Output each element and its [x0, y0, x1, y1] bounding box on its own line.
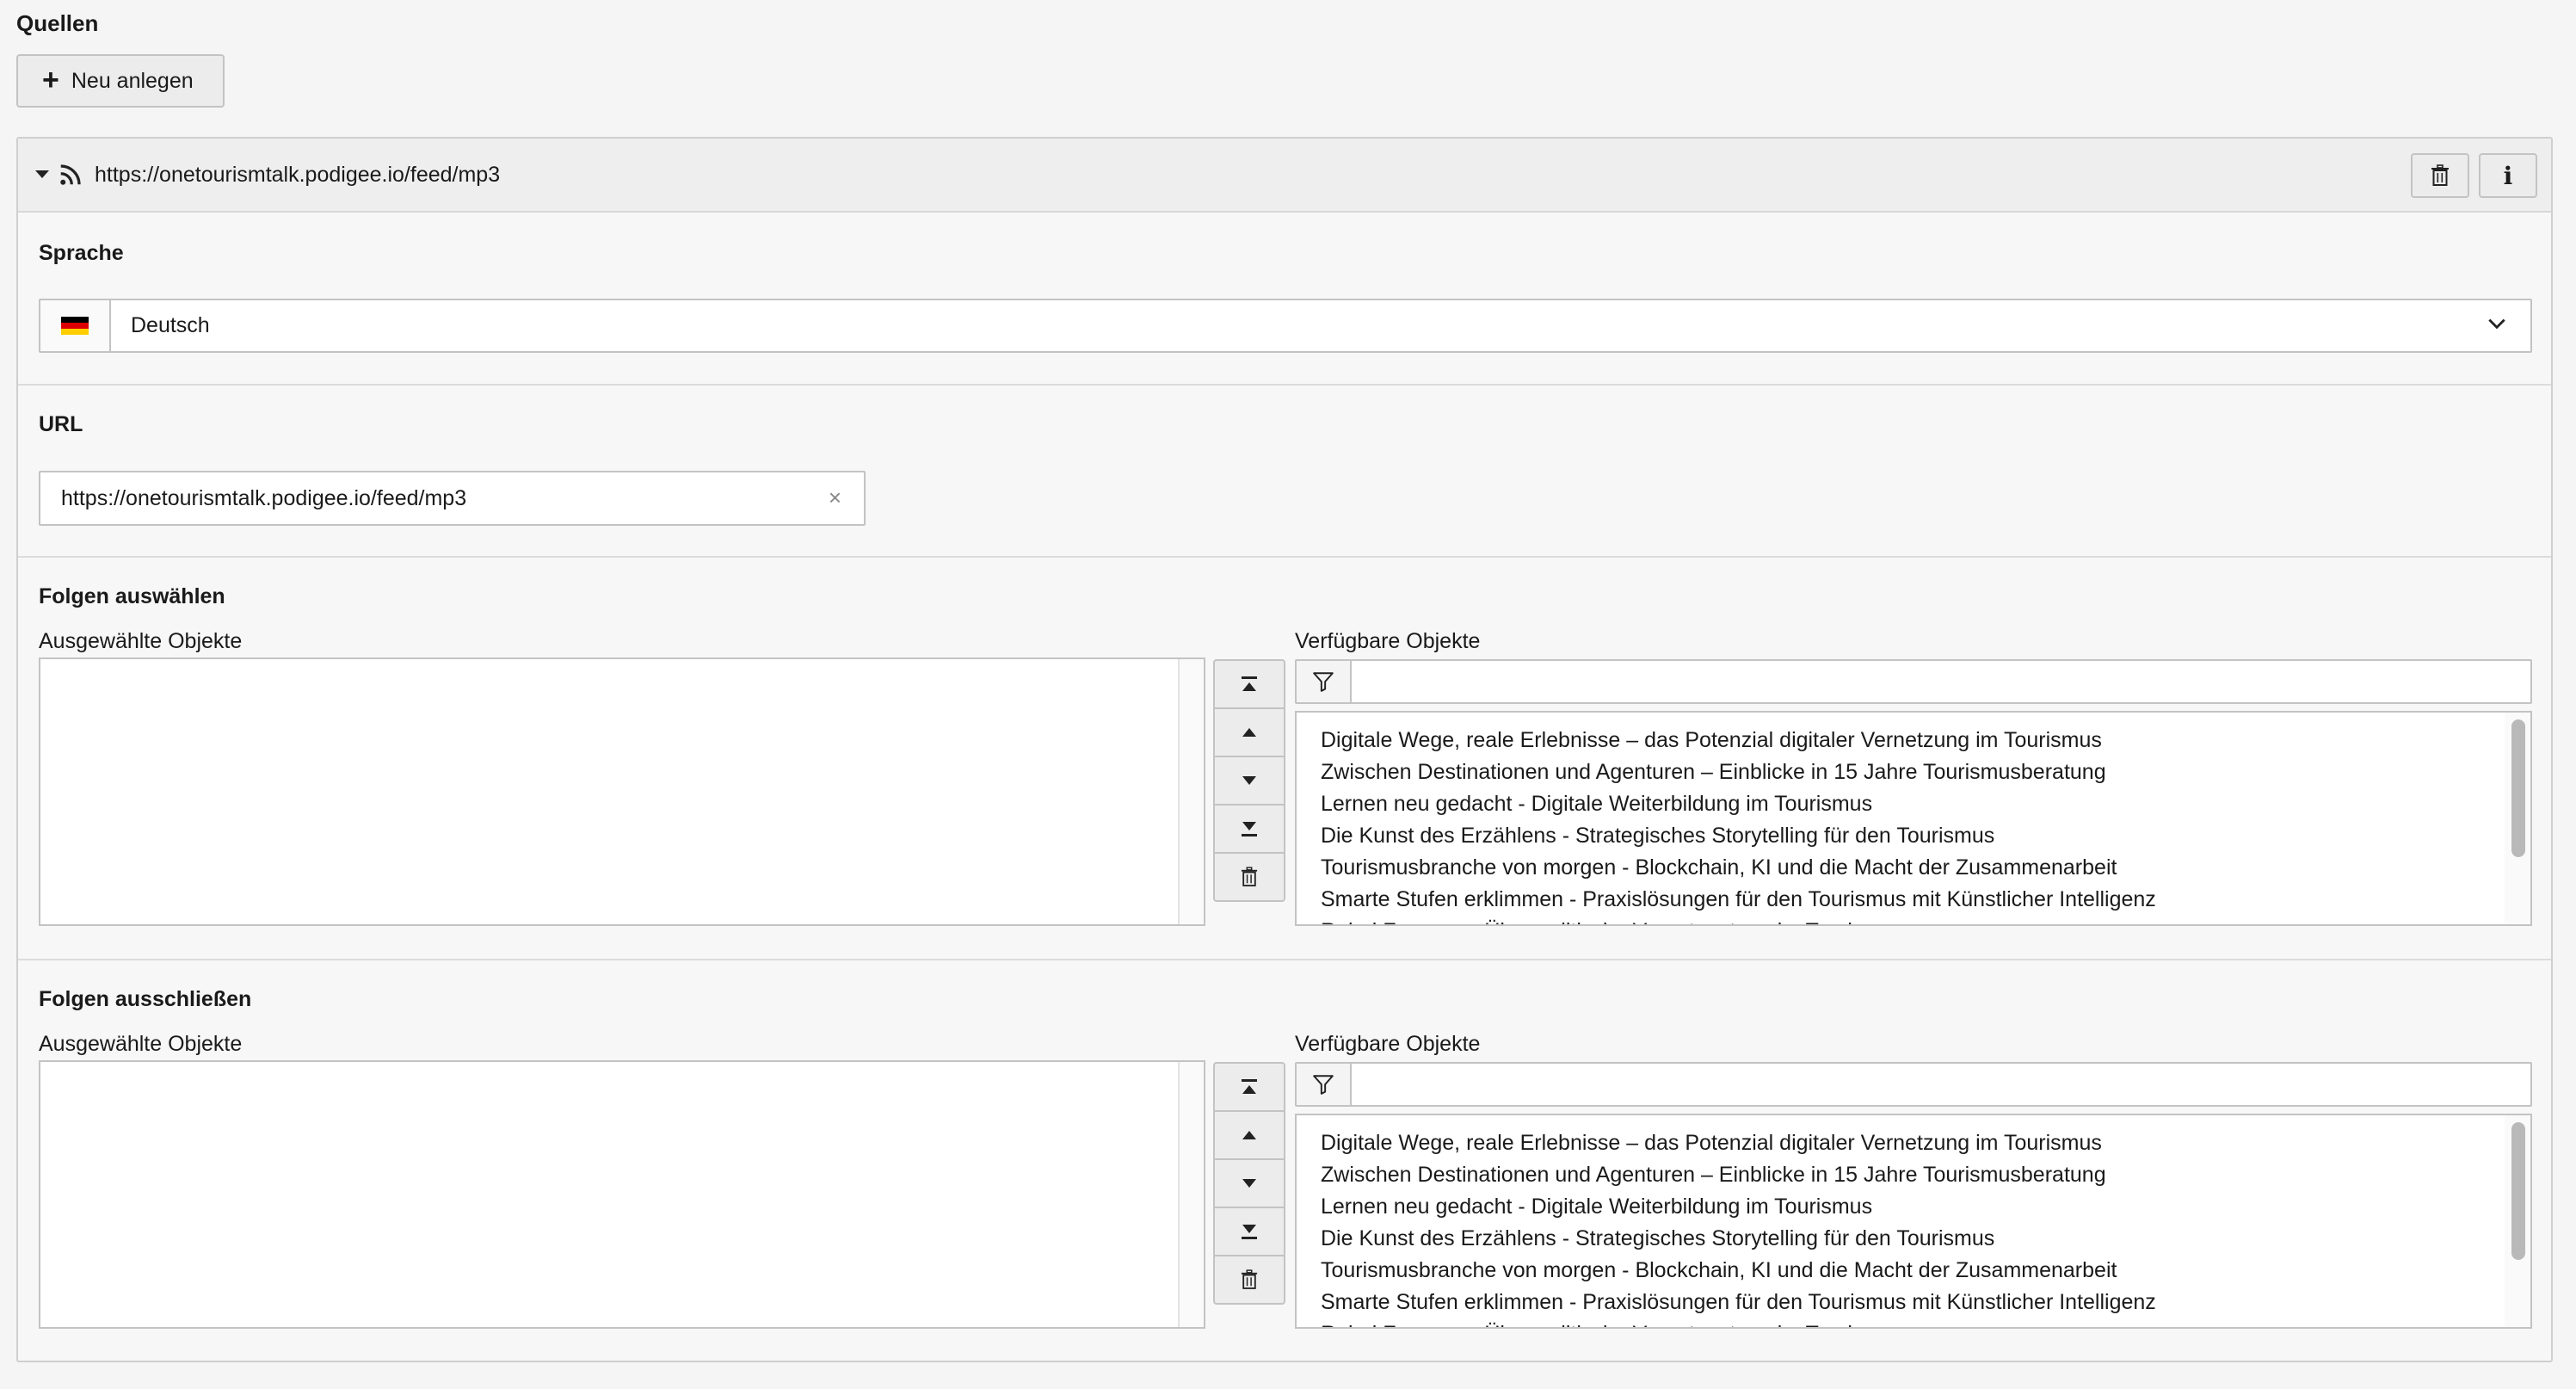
url-label: URL [39, 412, 83, 436]
include-available-list[interactable]: Digitale Wege, reale Erlebnisse – das Po… [1295, 711, 2532, 926]
source-record: https://onetourismtalk.podigee.io/feed/m… [16, 137, 2553, 1362]
move-top-icon [1242, 1079, 1257, 1094]
language-label: Sprache [39, 241, 124, 265]
filter-icon [1297, 1064, 1352, 1105]
language-value: Deutsch [131, 313, 210, 337]
include-selected-label: Ausgewählte Objekte [39, 629, 243, 653]
exclude-available-list[interactable]: Digitale Wege, reale Erlebnisse – das Po… [1295, 1114, 2532, 1329]
include-label: Folgen auswählen [39, 584, 225, 608]
chevron-down-icon [2488, 318, 2505, 330]
record-header[interactable]: https://onetourismtalk.podigee.io/feed/m… [18, 139, 2551, 213]
collapse-caret-icon[interactable] [35, 170, 49, 178]
section-title: Quellen [16, 10, 99, 36]
new-record-label: Neu anlegen [71, 68, 194, 93]
include-selected-list[interactable] [39, 657, 1205, 926]
list-item[interactable]: Digitale Wege, reale Erlebnisse – das Po… [1321, 725, 2156, 756]
remove-item-button[interactable] [1213, 852, 1285, 902]
url-input[interactable]: https://onetourismtalk.podigee.io/feed/m… [39, 471, 866, 526]
url-value: https://onetourismtalk.podigee.io/feed/m… [61, 486, 467, 510]
info-icon: i [2503, 161, 2513, 190]
scrollbar-thumb[interactable] [2511, 719, 2525, 857]
move-up-button[interactable] [1213, 707, 1285, 757]
exclude-selected-label: Ausgewählte Objekte [39, 1032, 243, 1056]
move-down-icon [1242, 1179, 1256, 1188]
flag-de-icon [40, 300, 111, 351]
list-item[interactable]: Lernen neu gedacht - Digitale Weiterbild… [1321, 1191, 2156, 1223]
remove-item-button[interactable] [1213, 1255, 1285, 1305]
exclude-selected-list[interactable] [39, 1060, 1205, 1329]
list-item[interactable]: Digitale Wege, reale Erlebnisse – das Po… [1321, 1127, 2156, 1159]
record-title: https://onetourismtalk.podigee.io/feed/m… [95, 163, 501, 187]
trash-icon [1241, 867, 1258, 886]
new-record-button[interactable]: + Neu anlegen [16, 54, 225, 108]
list-item[interactable]: Lernen neu gedacht - Digitale Weiterbild… [1321, 788, 2156, 820]
list-item[interactable]: Smarte Stufen erklimmen - Praxislösungen… [1321, 1287, 2156, 1318]
trash-icon [2431, 164, 2449, 186]
list-item[interactable]: Smarte Stufen erklimmen - Praxislösungen… [1321, 884, 2156, 916]
move-top-icon [1242, 676, 1257, 691]
exclude-label: Folgen ausschließen [39, 987, 252, 1011]
scrollbar[interactable] [1178, 1062, 1204, 1327]
list-item[interactable]: Rebel Freeway - Über politische Verantwo… [1321, 916, 2156, 924]
list-item[interactable]: Tourismusbranche von morgen - Blockchain… [1321, 852, 2156, 884]
list-item[interactable]: Die Kunst des Erzählens - Strategisches … [1321, 1223, 2156, 1255]
plus-icon: + [42, 63, 59, 96]
list-item[interactable]: Zwischen Destinationen und Agenturen – E… [1321, 756, 2156, 788]
move-up-button[interactable] [1213, 1110, 1285, 1160]
trash-icon [1241, 1269, 1258, 1289]
include-move-buttons [1213, 659, 1285, 902]
rss-icon [60, 164, 81, 185]
list-item[interactable]: Zwischen Destinationen und Agenturen – E… [1321, 1159, 2156, 1191]
delete-record-button[interactable] [2411, 153, 2469, 198]
move-down-icon [1242, 776, 1256, 785]
scrollbar-thumb[interactable] [2511, 1122, 2525, 1260]
move-up-icon [1242, 1131, 1256, 1139]
include-filter-input[interactable] [1295, 659, 2532, 704]
list-item[interactable]: Tourismusbranche von morgen - Blockchain… [1321, 1255, 2156, 1287]
language-select[interactable]: Deutsch [39, 299, 2532, 353]
exclude-available-label: Verfügbare Objekte [1295, 1032, 1481, 1056]
list-item[interactable]: Rebel Freeway - Über politische Verantwo… [1321, 1318, 2156, 1327]
scrollbar[interactable] [1178, 659, 1204, 924]
exclude-filter-input[interactable] [1295, 1062, 2532, 1107]
list-item[interactable]: Die Kunst des Erzählens - Strategisches … [1321, 820, 2156, 852]
close-icon[interactable]: × [829, 485, 841, 511]
move-bottom-button[interactable] [1213, 804, 1285, 854]
info-button[interactable]: i [2479, 153, 2537, 198]
filter-icon [1297, 661, 1352, 702]
move-bottom-button[interactable] [1213, 1207, 1285, 1256]
move-top-button[interactable] [1213, 1062, 1285, 1112]
move-bottom-icon [1242, 1225, 1257, 1239]
exclude-move-buttons [1213, 1062, 1285, 1305]
include-available-label: Verfügbare Objekte [1295, 629, 1481, 653]
move-top-button[interactable] [1213, 659, 1285, 709]
scrollbar[interactable] [2505, 713, 2530, 924]
scrollbar[interactable] [2505, 1115, 2530, 1327]
move-down-button[interactable] [1213, 756, 1285, 806]
move-down-button[interactable] [1213, 1158, 1285, 1208]
move-up-icon [1242, 728, 1256, 737]
move-bottom-icon [1242, 822, 1257, 836]
